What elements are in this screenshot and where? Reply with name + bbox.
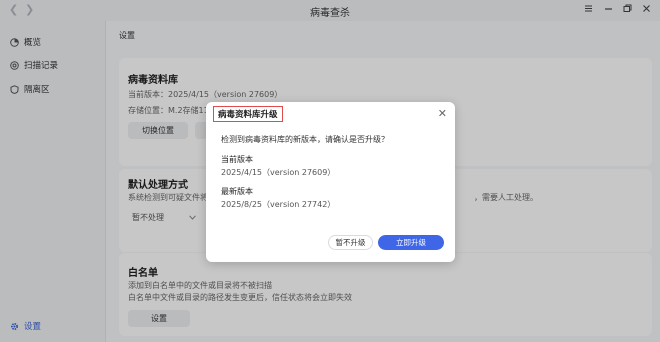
skip-upgrade-button[interactable]: 暂不升级 — [328, 235, 373, 250]
upgrade-dialog: 病毒资料库升级 ✕ 检测到病毒资料库的新版本，请确认是否升级？ 当前版本 202… — [206, 102, 455, 262]
current-version-value: 2025/4/15（version 27609） — [221, 168, 336, 177]
upgrade-now-button[interactable]: 立即升级 — [378, 235, 444, 250]
current-version-label: 当前版本 — [221, 155, 253, 164]
latest-version-label: 最新版本 — [221, 187, 253, 196]
dialog-message: 检测到病毒资料库的新版本，请确认是否升级？ — [221, 135, 389, 144]
latest-version-value: 2025/8/25（version 27742） — [221, 200, 336, 209]
close-icon[interactable]: ✕ — [438, 107, 447, 120]
dialog-title: 病毒资料库升级 — [213, 106, 283, 122]
